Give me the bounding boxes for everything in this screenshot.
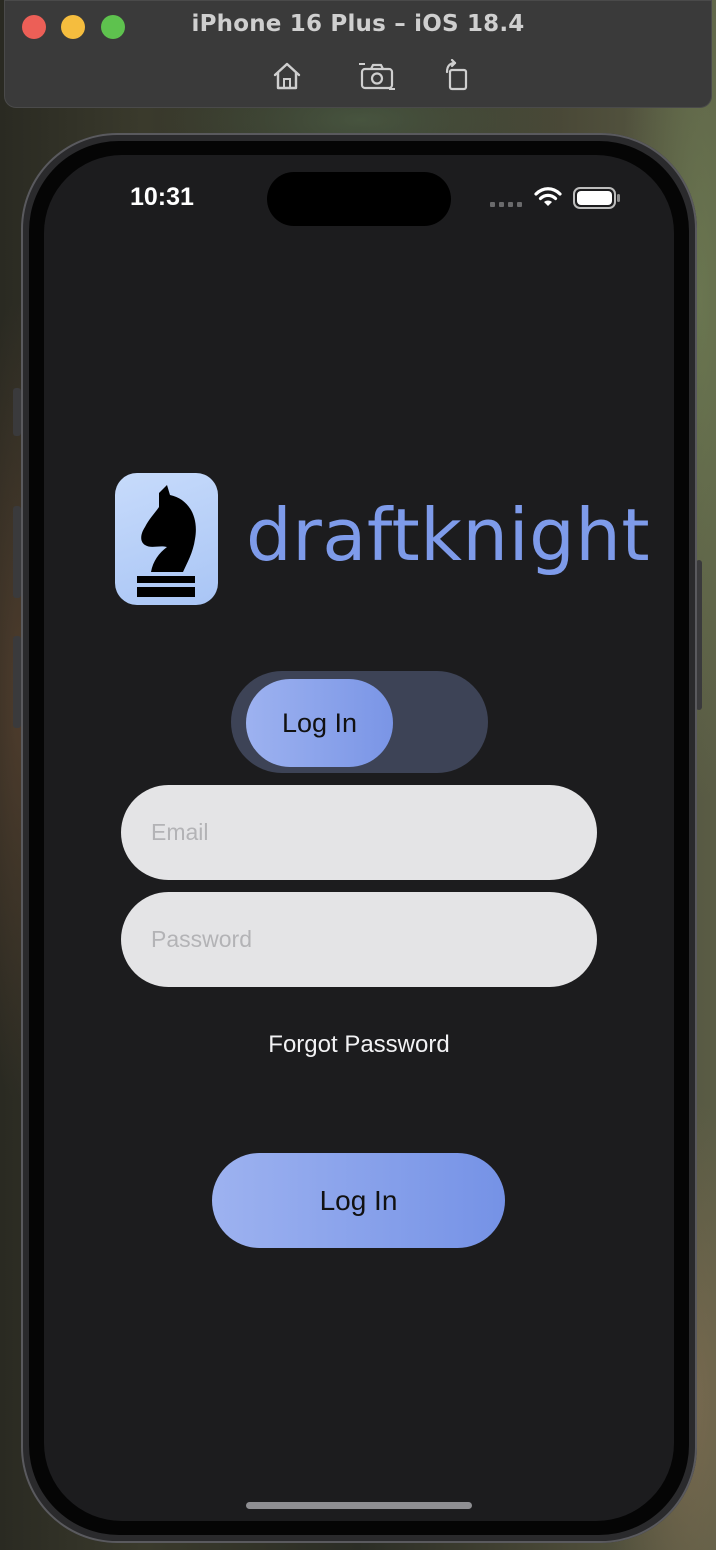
app-logo (115, 473, 218, 605)
status-time: 10:31 (130, 183, 194, 211)
action-button (13, 388, 21, 436)
home-icon[interactable] (269, 59, 305, 93)
app-screen: 10:31 draftknight Log In Forgot Password… (44, 155, 674, 1521)
wifi-icon (534, 186, 562, 208)
chess-knight-icon (137, 485, 196, 597)
volume-up-button (13, 506, 21, 598)
battery-icon (573, 187, 621, 209)
dynamic-island (267, 172, 451, 226)
email-field[interactable] (121, 785, 597, 880)
volume-down-button (13, 636, 21, 728)
login-button[interactable]: Log In (212, 1153, 505, 1248)
home-indicator[interactable] (246, 1502, 472, 1509)
cellular-signal-icon (490, 202, 524, 208)
brand-wordmark: draftknight (246, 493, 651, 577)
window-title: iPhone 16 Plus – iOS 18.4 (191, 11, 525, 37)
rotate-icon[interactable] (439, 58, 475, 93)
password-field[interactable] (121, 892, 597, 987)
mode-toggle-login-option[interactable]: Log In (246, 679, 393, 767)
screenshot-icon[interactable] (359, 59, 395, 93)
forgot-password-link[interactable]: Forgot Password (44, 1031, 674, 1059)
simulator-titlebar: iPhone 16 Plus – iOS 18.4 (4, 0, 712, 108)
